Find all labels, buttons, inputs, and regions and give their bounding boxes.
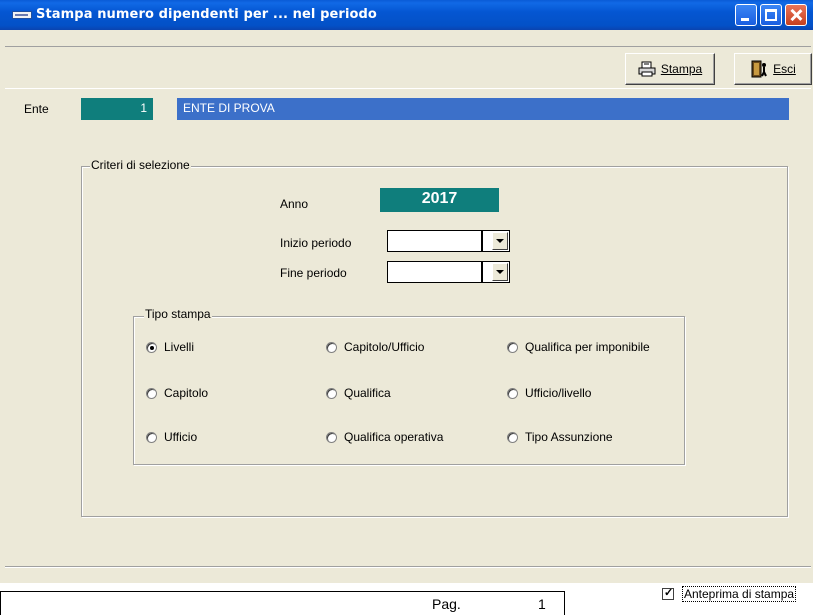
radio-qualifica-imponibile[interactable]: Qualifica per imponibile: [507, 340, 650, 354]
radio-label: Livelli: [164, 340, 195, 354]
chevron-down-icon[interactable]: [492, 263, 508, 281]
app-window: Stampa numero dipendenti per ... nel per…: [0, 0, 813, 583]
close-button[interactable]: [785, 4, 807, 26]
radio-label: Capitolo: [164, 386, 209, 400]
radio-label: Qualifica: [344, 386, 391, 400]
toolbar: Stampa Esci: [5, 46, 812, 89]
radio-button-icon: [507, 341, 518, 353]
esci-label: Esci: [773, 62, 796, 76]
radio-button-icon: [146, 341, 157, 353]
inizio-periodo-label: Inizio periodo: [280, 236, 352, 250]
radio-qualifica[interactable]: Qualifica: [326, 386, 391, 400]
anteprima-checkbox[interactable]: Anteprima di stampa: [662, 586, 797, 602]
tipo-stampa-legend: Tipo stampa: [144, 307, 212, 321]
radio-livelli[interactable]: Livelli: [146, 340, 194, 354]
radio-ufficio-livello[interactable]: Ufficio/livello: [507, 386, 591, 400]
stampa-button[interactable]: Stampa: [625, 53, 715, 85]
anno-field[interactable]: 2017: [380, 188, 499, 212]
app-icon: [12, 11, 32, 19]
radio-ufficio[interactable]: Ufficio: [146, 430, 197, 444]
page-number: 1: [538, 596, 546, 612]
minimize-button[interactable]: [735, 4, 757, 26]
radio-tipo-assunzione[interactable]: Tipo Assunzione: [507, 430, 613, 444]
stampa-label: Stampa: [660, 62, 703, 76]
inizio-periodo-select[interactable]: [387, 230, 510, 252]
status-divider: [5, 566, 811, 568]
fine-periodo-select[interactable]: [387, 261, 510, 283]
radio-label: Tipo Assunzione: [525, 430, 613, 444]
anteprima-label: Anteprima di stampa: [682, 586, 797, 602]
page-label: Pag.: [432, 596, 461, 612]
combo-divider: [481, 230, 483, 252]
checkbox-checked-icon: [662, 586, 674, 600]
radio-button-icon: [326, 431, 337, 443]
criteri-legend: Criteri di selezione: [90, 158, 191, 172]
radio-label: Qualifica per imponibile: [525, 340, 650, 354]
radio-button-icon: [326, 341, 337, 353]
radio-label: Capitolo/Ufficio: [344, 340, 425, 354]
radio-label: Ufficio: [164, 430, 198, 444]
radio-label: Ufficio/livello: [525, 386, 592, 400]
chevron-down-icon[interactable]: [492, 232, 508, 250]
radio-button-icon: [507, 387, 518, 399]
radio-label: Qualifica operativa: [344, 430, 444, 444]
radio-button-icon: [326, 387, 337, 399]
radio-button-icon: [507, 431, 518, 443]
fine-periodo-label: Fine periodo: [280, 266, 347, 280]
radio-button-icon: [146, 431, 157, 443]
combo-divider: [481, 261, 483, 283]
radio-qualifica-operativa[interactable]: Qualifica operativa: [326, 430, 443, 444]
esci-button[interactable]: Esci: [734, 53, 812, 85]
anno-label: Anno: [280, 197, 309, 211]
page-indicator-bar: [0, 591, 565, 615]
radio-button-icon: [146, 387, 157, 399]
window-title: Stampa numero dipendenti per ... nel per…: [36, 7, 377, 22]
radio-capitolo-ufficio[interactable]: Capitolo/Ufficio: [326, 340, 424, 354]
exit-door-icon: [751, 60, 768, 78]
ente-code-field[interactable]: 1: [81, 98, 153, 120]
maximize-button[interactable]: [760, 4, 782, 26]
title-bar[interactable]: Stampa numero dipendenti per ... nel per…: [0, 0, 813, 30]
ente-name-field: ENTE DI PROVA: [177, 98, 789, 120]
ente-label: Ente: [24, 102, 49, 116]
printer-icon: [638, 61, 656, 77]
radio-capitolo[interactable]: Capitolo: [146, 386, 208, 400]
